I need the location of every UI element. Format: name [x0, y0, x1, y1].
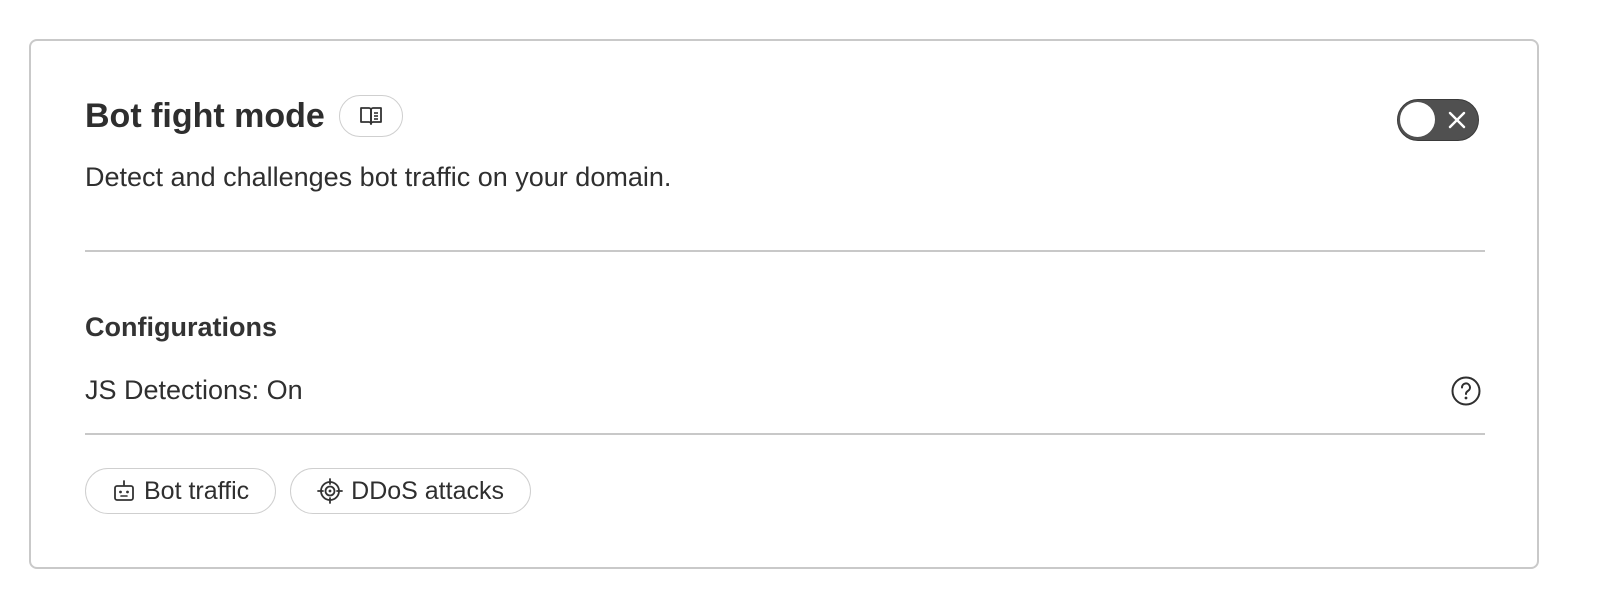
tag-bot-traffic[interactable]: Bot traffic	[85, 468, 277, 514]
tag-list: Bot traffic DDoS attacks	[85, 468, 531, 514]
title-row: Bot fight mode	[85, 95, 403, 137]
tag-ddos-attacks[interactable]: DDoS attacks	[290, 468, 531, 514]
card-description: Detect and challenges bot traffic on you…	[85, 162, 672, 192]
target-icon	[317, 478, 344, 504]
divider	[85, 433, 1485, 435]
docs-button[interactable]	[338, 95, 403, 137]
toggle-knob	[1400, 102, 1435, 137]
question-circle-icon[interactable]	[1450, 375, 1482, 407]
tag-label: Bot traffic	[144, 476, 250, 505]
bot-fight-mode-toggle[interactable]	[1397, 99, 1479, 141]
close-icon	[1448, 111, 1466, 129]
tag-label: DDoS attacks	[351, 476, 504, 505]
robot-icon	[114, 480, 134, 501]
divider	[85, 250, 1485, 252]
bot-fight-mode-card: Bot fight mode Detect and challenges bot…	[29, 39, 1539, 569]
card-title: Bot fight mode	[85, 97, 325, 135]
js-detections-status: JS Detections: On	[85, 375, 303, 405]
configurations-heading: Configurations	[85, 312, 277, 342]
book-open-icon	[359, 107, 382, 125]
